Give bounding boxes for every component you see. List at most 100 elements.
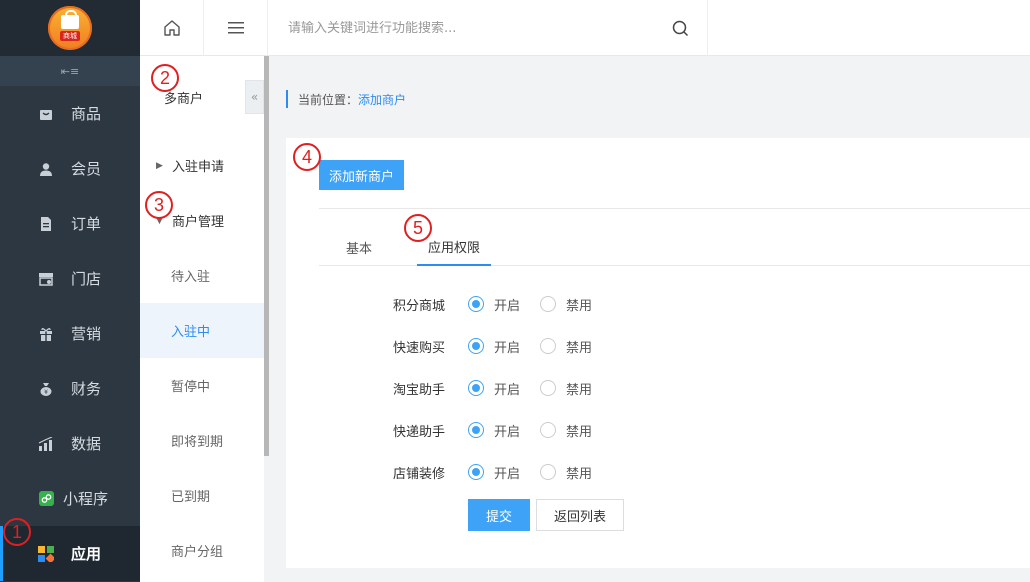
sidebar-collapse-toggle[interactable]: ⇤≡ xyxy=(0,56,140,86)
search-icon[interactable] xyxy=(672,20,689,41)
permission-row: 快速购买 开启 禁用 xyxy=(286,334,1030,358)
radio-checked-icon xyxy=(468,380,484,396)
radio-unchecked-icon xyxy=(540,464,556,480)
radio-disable[interactable]: 禁用 xyxy=(540,295,592,314)
radio-label: 禁用 xyxy=(566,298,593,314)
document-icon xyxy=(38,216,54,232)
radio-label: 禁用 xyxy=(566,424,593,440)
radio-enable[interactable]: 开启 xyxy=(468,379,520,398)
collapse-icon: ⇤≡ xyxy=(60,64,80,78)
radio-enable[interactable]: 开启 xyxy=(468,295,520,314)
radio-unchecked-icon xyxy=(540,338,556,354)
add-merchant-button[interactable]: 添加新商户 xyxy=(319,160,405,190)
permission-row: 积分商城 开启 禁用 xyxy=(286,292,1030,316)
main-panel: 添加新商户 基本 应用权限 积分商城 开启 禁用 快速购买 开启 禁用 淘宝助手… xyxy=(286,138,1030,568)
sidebar-item-finance[interactable]: ¥ 财务 xyxy=(0,361,140,416)
breadcrumb-prefix: 当前位置： xyxy=(298,92,359,107)
subnav-item-active[interactable]: 入驻中 xyxy=(140,303,264,358)
sidebar-item-data[interactable]: 数据 xyxy=(0,416,140,471)
menu-button[interactable] xyxy=(204,0,268,56)
radio-disable[interactable]: 禁用 xyxy=(540,463,592,482)
radio-unchecked-icon xyxy=(540,422,556,438)
permission-row: 淘宝助手 开启 禁用 xyxy=(286,376,1030,400)
hamburger-icon xyxy=(227,22,244,34)
sidebar-item-orders[interactable]: 订单 xyxy=(0,196,140,251)
sidebar-item-members[interactable]: 会员 xyxy=(0,141,140,196)
user-icon xyxy=(38,161,54,177)
sidebar-item-goods[interactable]: 商品 xyxy=(0,86,140,141)
sidebar-item-label: 商品 xyxy=(71,105,102,123)
caret-right-icon: ▶ xyxy=(156,160,163,171)
subnav-group-label: 商户管理 xyxy=(172,215,225,230)
subnav-item-expired[interactable]: 已到期 xyxy=(140,468,264,523)
radio-label: 开启 xyxy=(494,340,521,356)
svg-text:¥: ¥ xyxy=(44,389,48,396)
home-icon xyxy=(163,20,180,36)
shopping-bag-icon xyxy=(61,10,79,29)
home-button[interactable] xyxy=(140,0,204,56)
breadcrumb-current[interactable]: 添加商户 xyxy=(358,91,406,108)
radio-disable[interactable]: 禁用 xyxy=(540,337,592,356)
sidebar-item-label: 会员 xyxy=(71,160,102,178)
radio-label: 开启 xyxy=(494,298,521,314)
permission-label: 积分商城 xyxy=(393,298,446,314)
subnav-group-apply[interactable]: ▶ 入驻申请 xyxy=(140,138,264,193)
annotation-marker-2: 2 xyxy=(151,64,179,92)
subnav-scrollbar[interactable] xyxy=(264,56,269,456)
sidebar-item-label: 数据 xyxy=(71,435,102,453)
search-box xyxy=(268,0,708,56)
sidebar-item-label: 订单 xyxy=(71,215,102,233)
annotation-marker-5: 5 xyxy=(404,214,432,242)
subnav-item-groups[interactable]: 商户分组 xyxy=(140,523,264,578)
subnav-fold-button[interactable]: « xyxy=(245,80,264,114)
main-sidebar: 商城 ⇤≡ 商品 会员 订单 门店 营销 ¥ 财务 数据 小程序 应用 xyxy=(0,0,140,582)
sidebar-item-marketing[interactable]: 营销 xyxy=(0,306,140,361)
back-to-list-button[interactable]: 返回列表 xyxy=(536,499,624,531)
top-bar xyxy=(140,0,1030,56)
radio-label: 开启 xyxy=(494,424,521,440)
annotation-marker-3: 3 xyxy=(145,191,173,219)
radio-checked-icon xyxy=(468,296,484,312)
permission-label: 快递助手 xyxy=(393,424,446,440)
radio-label: 禁用 xyxy=(566,382,593,398)
radio-enable[interactable]: 开启 xyxy=(468,421,520,440)
radio-disable[interactable]: 禁用 xyxy=(540,379,592,398)
shop-logo[interactable]: 商城 xyxy=(48,6,92,50)
subnav-group-label: 入驻申请 xyxy=(172,160,225,175)
search-input[interactable] xyxy=(288,20,648,36)
radio-label: 开启 xyxy=(494,382,521,398)
radio-unchecked-icon xyxy=(540,296,556,312)
permission-row: 店铺装修 开启 禁用 xyxy=(286,460,1030,484)
bag-icon xyxy=(38,106,54,122)
permission-row: 快递助手 开启 禁用 xyxy=(286,418,1030,442)
radio-label: 禁用 xyxy=(566,340,593,356)
subnav-item-pending[interactable]: 待入驻 xyxy=(140,248,264,303)
radio-checked-icon xyxy=(468,338,484,354)
sidebar-item-stores[interactable]: 门店 xyxy=(0,251,140,306)
tab-basic[interactable]: 基本 xyxy=(329,228,389,266)
apps-grid-icon xyxy=(38,545,54,562)
radio-label: 开启 xyxy=(494,466,521,482)
radio-disable[interactable]: 禁用 xyxy=(540,421,592,440)
sidebar-item-label: 财务 xyxy=(71,380,102,398)
radio-enable[interactable]: 开启 xyxy=(468,337,520,356)
store-icon xyxy=(38,271,54,287)
radio-checked-icon xyxy=(468,422,484,438)
radio-label: 禁用 xyxy=(566,466,593,482)
sidebar-item-label: 营销 xyxy=(71,325,102,343)
mini-program-icon xyxy=(38,491,54,507)
logo-area: 商城 xyxy=(0,0,140,56)
permission-label: 淘宝助手 xyxy=(393,382,446,398)
double-chevron-left-icon: « xyxy=(250,90,259,104)
gift-icon xyxy=(38,326,54,342)
sidebar-item-label: 门店 xyxy=(71,270,102,288)
submit-button[interactable]: 提交 xyxy=(468,499,530,531)
sidebar-item-label: 小程序 xyxy=(63,490,109,508)
breadcrumb: 当前位置： 添加商户 xyxy=(286,90,406,108)
bar-chart-icon xyxy=(38,436,54,452)
radio-enable[interactable]: 开启 xyxy=(468,463,520,482)
subnav-item-paused[interactable]: 暂停中 xyxy=(140,358,264,413)
annotation-marker-4: 4 xyxy=(293,143,321,171)
subnav-item-expiring[interactable]: 即将到期 xyxy=(140,413,264,468)
radio-unchecked-icon xyxy=(540,380,556,396)
